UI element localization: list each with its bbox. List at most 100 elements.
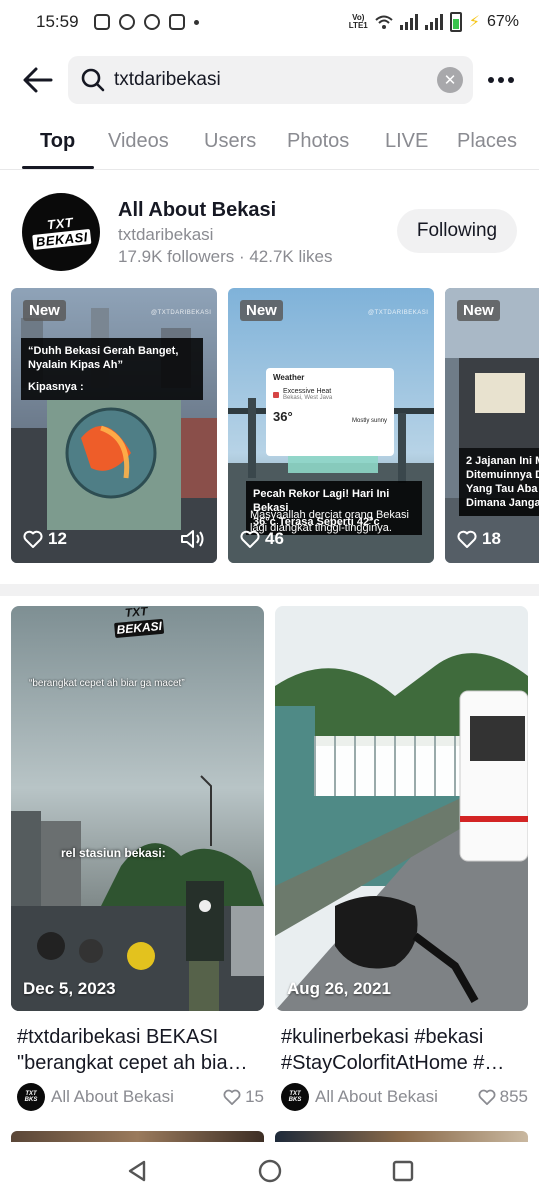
signal-1-icon — [399, 14, 418, 30]
user-handle: txtdaribekasi — [118, 225, 214, 244]
signal-2-icon — [424, 14, 443, 30]
gallery-notification-icon — [93, 14, 110, 30]
heart-icon — [223, 1089, 241, 1105]
weather-temp: 36° — [273, 409, 293, 424]
alert-icon — [273, 391, 279, 398]
video-caption-line: 2 Jajanan Ini M — [466, 455, 539, 467]
video-title-line: "berangkat cepet ah bia… — [17, 1052, 248, 1074]
video-thumbnail[interactable]: @TXTDARIBEKASI Weather Excessive Heat Be… — [228, 288, 434, 563]
user-videos-strip: @TXTDARIBEKASI “Duhh Bekasi Gerah Banget… — [0, 288, 539, 564]
video-likes-count: 12 — [48, 529, 67, 548]
tab-videos[interactable]: Videos — [108, 130, 169, 153]
user-result-row[interactable]: TXT BEKASI All About Bekasi txtdaribekas… — [0, 190, 539, 274]
video-likes-count: 46 — [265, 529, 284, 548]
video-subcaption-line: Masyaallah dercjat orang Bekasi — [250, 509, 409, 521]
video-title-line: #StayColorfitAtHome #… — [281, 1052, 505, 1074]
weather-condition: Mostly sunny — [351, 418, 387, 424]
following-button[interactable]: Following — [397, 209, 517, 253]
video-caption-line: Nyalain Kipas Ah” — [28, 359, 123, 371]
whatsapp-notification-icon — [118, 14, 135, 30]
search-input[interactable] — [114, 60, 437, 100]
nav-recents-button[interactable] — [383, 1151, 423, 1191]
search-header: ✕ — [0, 54, 539, 106]
video-caption: “Duhh Bekasi Gerah Banget, Nyalain Kipas… — [21, 338, 203, 400]
video-caption-line: Kipasnya : — [28, 381, 84, 393]
wallet-notification-icon — [168, 14, 185, 30]
video-thumbnail[interactable]: @TXTDARIBEKASI “Duhh Bekasi Gerah Banget… — [11, 288, 217, 563]
status-time: 15:59 — [36, 12, 79, 31]
search-icon — [81, 68, 105, 92]
tab-live[interactable]: LIVE — [385, 130, 428, 153]
volte-icon: Vo) LTE1 — [348, 13, 368, 30]
video-likes: 15 — [223, 1087, 264, 1107]
watermark-logo-line2: BEKASI — [114, 618, 165, 638]
watermark: @TXTDARIBEKASI — [151, 310, 212, 316]
clear-search-icon[interactable]: ✕ — [437, 67, 463, 93]
wifi-icon — [375, 15, 393, 29]
weather-alert: Excessive Heat — [283, 388, 332, 395]
heart-icon — [23, 530, 43, 548]
nav-back-button[interactable] — [117, 1151, 157, 1191]
author-avatar[interactable]: TXT BKS — [281, 1083, 309, 1111]
new-badge: New — [240, 300, 283, 321]
video-card-thumbnail[interactable]: Aug 26, 2021 — [275, 606, 528, 1011]
user-name[interactable]: All About Bekasi — [118, 199, 276, 222]
video-caption-line: Yang Tau Aba — [466, 483, 538, 495]
author-name[interactable]: All About Bekasi — [51, 1087, 223, 1107]
video-likes: 855 — [478, 1087, 528, 1107]
charging-icon: ⚡ — [468, 14, 480, 31]
video-likes-count: 855 — [499, 1087, 528, 1106]
video-thumbnail[interactable]: 2 Jajanan Ini M Ditemuinnya D Yang Tau A… — [445, 288, 539, 563]
heart-icon — [457, 530, 477, 548]
video-likes: 18 — [457, 529, 501, 549]
video-date: Dec 5, 2023 — [23, 979, 116, 998]
new-badge: New — [457, 300, 500, 321]
tab-users[interactable]: Users — [204, 130, 256, 153]
video-overlay-text: rel stasiun bekasi: — [61, 846, 166, 860]
avatar[interactable]: TXT BEKASI — [22, 193, 100, 271]
video-likes: 12 — [23, 529, 67, 549]
more-dot-icon — [508, 77, 514, 83]
video-meta: TXT BKS All About Bekasi 15 — [17, 1082, 264, 1112]
watermark: @TXTDARIBEKASI — [368, 310, 429, 316]
weather-alert-row: Excessive Heat Bekasi, West Java — [273, 388, 387, 401]
user-stats: 17.9K followers · 42.7K likes — [118, 247, 333, 266]
status-bar: 15:59 Vo) LTE1 ⚡ 67% — [0, 0, 539, 44]
author-avatar[interactable]: TXT BKS — [17, 1083, 45, 1111]
back-button[interactable] — [20, 62, 56, 98]
sound-icon[interactable] — [179, 527, 205, 551]
tab-places[interactable]: Places — [457, 130, 517, 153]
battery-percent: 67% — [486, 13, 519, 30]
tab-top[interactable]: Top — [40, 130, 75, 153]
active-tab-indicator — [22, 166, 94, 169]
video-date: Aug 26, 2021 — [287, 979, 391, 998]
video-likes-count: 15 — [245, 1087, 264, 1106]
heart-icon — [240, 530, 260, 548]
video-title[interactable]: #kulinerbekasi #bekasi #StayColorfitAtHo… — [281, 1024, 531, 1076]
section-divider — [0, 584, 539, 596]
back-arrow-icon — [23, 67, 53, 93]
more-notifications-dot-icon — [193, 19, 199, 25]
author-name[interactable]: All About Bekasi — [315, 1087, 478, 1107]
battery-icon — [449, 12, 462, 32]
video-scene-image — [445, 288, 539, 563]
avatar-logo: TXT BEKASI — [31, 214, 92, 250]
weather-card: Weather Excessive Heat Bekasi, West Java… — [266, 368, 394, 456]
heart-icon — [478, 1089, 496, 1105]
video-card[interactable]: Aug 26, 2021 #kulinerbekasi #bekasi #Sta… — [275, 606, 528, 1111]
video-caption: 2 Jajanan Ini M Ditemuinnya D Yang Tau A… — [459, 448, 539, 516]
nav-home-button[interactable] — [250, 1151, 290, 1191]
video-overlay-text: “berangkat cepet ah biar ga macet” — [29, 678, 185, 689]
weather-card-title: Weather — [273, 373, 305, 382]
square-recents-icon — [392, 1160, 413, 1182]
more-dot-icon — [488, 77, 494, 83]
video-card-thumbnail[interactable]: TXT BEKASI “berangkat cepet ah biar ga m… — [11, 606, 264, 1011]
more-dot-icon — [498, 77, 504, 83]
video-likes: 46 — [240, 529, 284, 549]
tab-photos[interactable]: Photos — [287, 130, 349, 153]
status-right: Vo) LTE1 ⚡ 67% — [349, 12, 519, 32]
more-options-button[interactable] — [484, 64, 518, 96]
video-title[interactable]: #txtdaribekasi BEKASI "berangkat cepet a… — [17, 1024, 267, 1076]
video-card[interactable]: TXT BEKASI “berangkat cepet ah biar ga m… — [11, 606, 264, 1111]
search-box[interactable]: ✕ — [68, 56, 473, 104]
